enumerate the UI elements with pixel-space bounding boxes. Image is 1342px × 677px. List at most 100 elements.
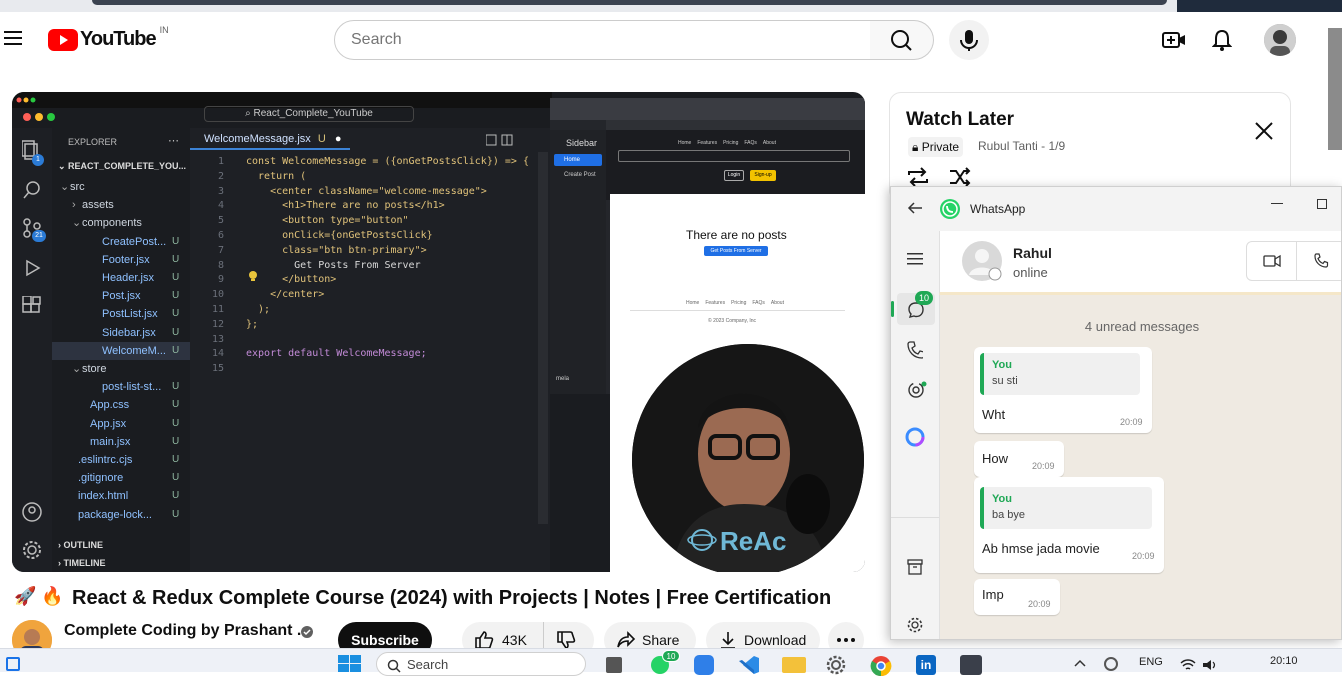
settings-gear-icon[interactable] [826,655,846,675]
file-tree-item-name: index.html [78,490,129,503]
task-view-icon[interactable] [606,657,622,673]
file-tree-item-status: U [172,454,180,465]
message-time: 20:09 [1032,461,1055,471]
privacy-label: Private [921,140,960,154]
video-call-button[interactable] [1247,242,1297,280]
search-button[interactable] [870,20,934,60]
editor-search-text: React_Complete_YouTube [253,108,373,119]
message-bubble[interactable]: You ba bye Ab hmse jada movie 20:09 [974,477,1164,573]
contact-avatar[interactable] [962,241,1002,281]
taskbar-search[interactable]: Search [376,652,586,676]
input-language[interactable]: ENG [1139,656,1163,668]
file-tree-item-status: U [172,508,180,520]
back-arrow-icon[interactable] [907,201,923,215]
code-line: 12}; [190,319,530,333]
voice-search-button[interactable] [949,20,989,60]
channel-name[interactable]: Complete Coding by Prashant ... [64,622,310,640]
close-icon[interactable] [1254,121,1274,141]
whatsapp-taskbar-icon[interactable]: 10 [650,650,680,675]
avatar[interactable] [1264,24,1296,56]
quoted-message[interactable]: You su sti [980,353,1140,395]
code-text: }; [246,318,259,330]
code-text: return ( [246,170,307,182]
file-tree-item-status: U [172,490,180,502]
taskbar-search-label: Search [407,657,449,672]
preview-get-posts-button: Get Posts From Server [704,246,768,256]
create-video-icon[interactable] [1162,30,1186,50]
system-tray-icon[interactable] [1104,657,1118,671]
preview-create-post-link: Create Post [564,172,596,178]
app-icon[interactable] [960,655,982,675]
thumbs-down-icon[interactable] [556,630,576,650]
lock-icon: 🔒︎ [912,140,919,154]
menu-icon[interactable] [4,30,24,46]
code-text: <center className="welcome-message"> [246,185,487,197]
chrome-icon[interactable] [870,655,892,677]
youtube-play-icon [48,28,78,51]
copilot-icon[interactable] [694,655,714,675]
microphone-icon [960,30,978,51]
archive-icon[interactable] [907,559,923,575]
file-tree-item: WelcomeM... U [52,341,190,360]
file-tree-item-name: App.jsx [90,417,127,430]
quoted-message[interactable]: You ba bye [980,487,1152,529]
page-scrollbar[interactable] [1328,28,1342,150]
video-player[interactable]: ⌕ React_Complete_YouTube 1 21 EXPLORER ⋯ [12,92,865,572]
contact-status: online [1013,265,1048,280]
line-number: 15 [211,363,224,375]
vscode-icon[interactable] [738,655,760,675]
playlist-meta: Rubul Tanti - 1/9 [978,139,1066,153]
preview-login-button: Login [724,170,744,181]
message-bubble[interactable]: How 20:09 [974,441,1064,477]
search-input[interactable]: Search [334,20,871,60]
chats-nav-item[interactable]: 10 [891,291,935,325]
file-tree-item-status: U [172,253,180,265]
message-bubble[interactable]: Imp 20:09 [974,579,1060,615]
file-explorer-icon[interactable] [782,657,806,673]
wifi-icon[interactable] [1180,659,1196,671]
preview-heading: There are no posts [686,228,787,242]
download-icon [718,630,738,650]
widgets-icon[interactable] [6,657,20,671]
linkedin-icon[interactable]: in [916,655,936,675]
shirt-text: ReAc [720,526,787,556]
file-tree-item: Footer.jsx U [52,251,190,269]
maximize-icon[interactable] [1317,199,1327,209]
notifications-bell-icon[interactable] [1212,28,1232,52]
chevron-up-icon[interactable] [1074,659,1086,667]
settings-gear-icon[interactable] [907,617,923,633]
windows-taskbar: Search 10 in ENG 20:10 [0,648,1342,677]
chevron-icon: ⌄ [60,181,70,193]
code-text: <h1>There are no posts</h1> [246,200,445,212]
volume-icon[interactable] [1202,659,1218,671]
tab-welcome-message: WelcomeMessage.jsx U ● [190,128,350,150]
code-text: Get Posts From Server [246,259,421,271]
clock-time[interactable]: 20:10 [1270,655,1298,667]
minimize-icon[interactable] [1271,203,1283,204]
line-number: 7 [217,244,224,256]
shuffle-icon[interactable] [948,167,972,187]
thumbs-up-icon [474,630,494,650]
windows-start-icon[interactable] [338,655,362,673]
rail-divider [891,517,939,518]
preview-user: mela [556,376,570,382]
calls-phone-icon[interactable] [907,341,923,359]
file-tree-item-status: U [172,417,180,429]
file-tree-item-name: .eslintrc.cjs [78,454,133,466]
youtube-logo[interactable]: YouTube IN [48,25,169,51]
file-tree-item: Header.jsx U [52,269,190,287]
quote-author: You [992,359,1012,371]
meta-ai-icon[interactable] [905,427,925,447]
project-name-text: REACT_COMPLETE_YOU... [68,161,187,171]
code-line: 8 Get Posts From Server [190,260,530,274]
loop-icon[interactable] [906,167,930,187]
watch-later-title: Watch Later [906,109,1015,130]
message-bubble[interactable]: You su sti Wht 20:09 [974,347,1152,433]
file-tree-item: .eslintrc.cjs U [52,451,190,469]
status-icon[interactable] [907,381,927,399]
hamburger-icon[interactable] [907,253,923,265]
preview-signup-button: Sign-up [750,170,776,181]
share-label: Share [642,632,680,648]
line-number: 9 [217,274,224,286]
voice-call-button[interactable] [1297,242,1341,280]
